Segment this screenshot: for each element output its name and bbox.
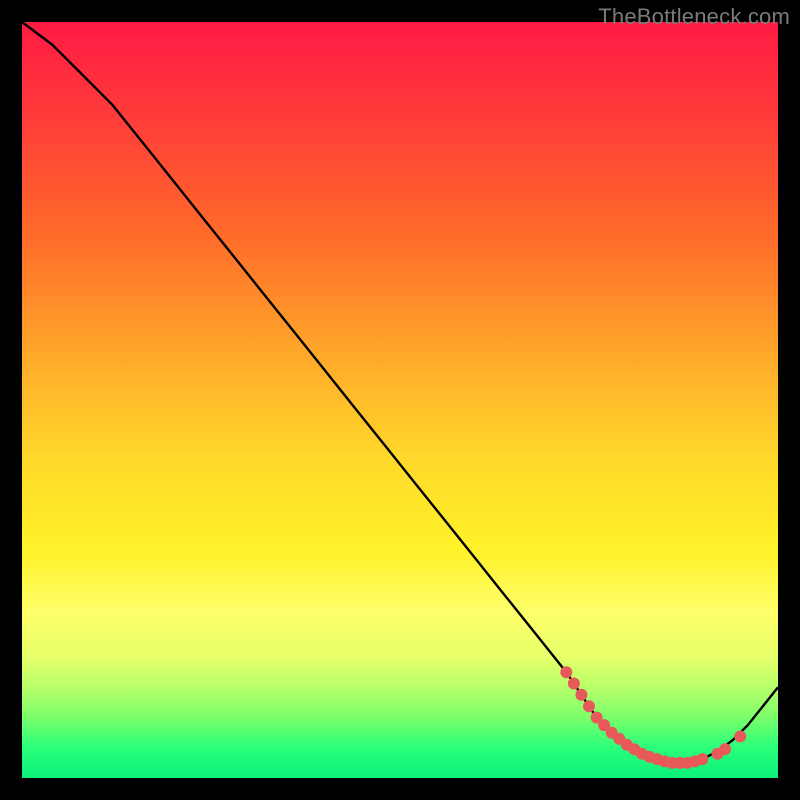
highlight-markers [560, 666, 746, 769]
marker-point [583, 700, 595, 712]
marker-point [575, 689, 587, 701]
chart-frame: TheBottleneck.com [0, 0, 800, 800]
watermark-text: TheBottleneck.com [598, 4, 790, 30]
bottleneck-curve [22, 22, 778, 763]
marker-point [560, 666, 572, 678]
marker-point [734, 730, 746, 742]
marker-point [719, 743, 731, 755]
marker-point [696, 753, 708, 765]
plot-area [22, 22, 778, 778]
marker-point [568, 678, 580, 690]
curve-svg [22, 22, 778, 778]
